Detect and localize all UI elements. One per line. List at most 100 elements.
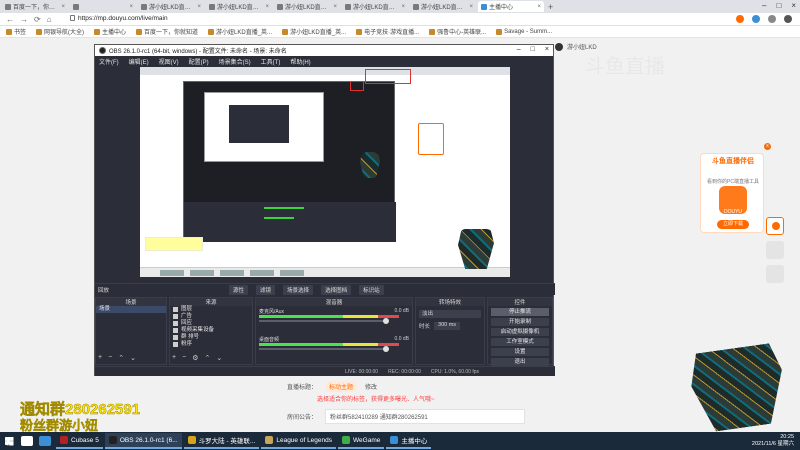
- menu-profile[interactable]: 配置(P): [189, 57, 209, 66]
- menu-view[interactable]: 视图(V): [159, 57, 179, 66]
- bookmark-item[interactable]: 游小妞LKD直播_英...: [208, 27, 272, 36]
- source-item[interactable]: 群 排号: [170, 334, 252, 341]
- stop-streaming-button[interactable]: 停止推流: [491, 308, 549, 316]
- close-window-icon[interactable]: ×: [791, 1, 796, 10]
- new-tab-button[interactable]: +: [548, 2, 553, 12]
- remove-icon[interactable]: −: [182, 354, 186, 362]
- menu-help[interactable]: 帮助(H): [290, 57, 310, 66]
- settings-button[interactable]: 设置: [491, 348, 549, 356]
- remove-icon[interactable]: −: [108, 354, 112, 362]
- properties-button[interactable]: 源性: [229, 284, 249, 295]
- browser-tab[interactable]: 百度一下，你就知道×: [2, 1, 68, 12]
- volume-slider-handle[interactable]: [383, 346, 389, 352]
- edge-icon[interactable]: [39, 436, 51, 446]
- home-icon[interactable]: ⌂: [47, 15, 52, 24]
- bookmark-item[interactable]: Savage - Summ...: [496, 28, 552, 35]
- download-button[interactable]: 立即下载: [717, 220, 749, 229]
- move-up-icon[interactable]: ⌃: [118, 354, 124, 362]
- taskbar-item-lol[interactable]: League of Legends: [261, 433, 337, 449]
- browser-tab-active[interactable]: 主播中心 ×: [478, 1, 544, 12]
- edit-link[interactable]: 修改: [365, 382, 377, 391]
- obs-window[interactable]: OBS 26.1.0-rc1 (64-bit, windows) - 配置文件:…: [94, 44, 555, 376]
- scene-select-button[interactable]: 场景选择: [283, 284, 314, 295]
- browser-tab[interactable]: 游小妞LKD直播_英雄联盟直播_斗鱼直×: [274, 1, 340, 12]
- menu-scene-collection[interactable]: 场景集合(S): [219, 57, 251, 66]
- volume-slider[interactable]: [259, 320, 389, 322]
- maximize-icon[interactable]: □: [776, 1, 781, 10]
- close-icon[interactable]: ×: [61, 4, 65, 10]
- source-item[interactable]: 广告: [170, 313, 252, 320]
- extension-icon[interactable]: [752, 15, 760, 23]
- taskbar-item-cubase[interactable]: Cubase 5: [56, 433, 103, 449]
- close-icon[interactable]: ×: [197, 4, 201, 10]
- marker-button[interactable]: 标识站: [359, 284, 384, 295]
- room-notice-field[interactable]: 粉丝群582410289 通知群280262591: [325, 408, 526, 424]
- browser-tab[interactable]: 游小妞LKD直播_英雄联盟直播_斗鱼直×: [410, 1, 476, 12]
- bookmark-item[interactable]: 游小妞LKD直播_英...: [282, 27, 346, 36]
- system-clock[interactable]: 20:25 2021/11/6 星期六: [752, 434, 794, 448]
- exit-button[interactable]: 退出: [491, 358, 549, 366]
- source-selection-box[interactable]: [350, 81, 364, 91]
- volume-slider-handle[interactable]: [383, 318, 389, 324]
- stream-title-value[interactable]: 标动主题: [325, 380, 358, 392]
- menu-tools[interactable]: 工具(T): [261, 57, 281, 66]
- source-item[interactable]: 图层: [170, 306, 252, 313]
- scene-item[interactable]: 场景: [96, 306, 166, 313]
- virtual-camera-button[interactable]: 启动虚拟摄像机: [491, 328, 549, 336]
- minimize-icon[interactable]: –: [517, 46, 521, 53]
- start-button[interactable]: [0, 432, 18, 450]
- taskbar-item-wegame[interactable]: WeGame: [338, 433, 385, 449]
- volume-slider[interactable]: [259, 348, 389, 350]
- bookmark-item[interactable]: 书签: [6, 27, 26, 36]
- close-icon[interactable]: ×: [265, 4, 269, 10]
- back-icon[interactable]: ←: [6, 15, 14, 24]
- add-icon[interactable]: +: [98, 354, 102, 362]
- taskbar-item-douyu[interactable]: 斗罗大陆 - 英雄联...: [183, 433, 260, 449]
- start-recording-button[interactable]: 开始录制: [491, 318, 549, 326]
- move-down-icon[interactable]: ⌄: [216, 354, 222, 362]
- minimize-icon[interactable]: –: [762, 1, 766, 10]
- close-window-icon[interactable]: ×: [545, 46, 549, 53]
- bookmark-item[interactable]: 主播中心: [94, 27, 126, 36]
- search-icon[interactable]: [21, 436, 33, 446]
- source-item[interactable]: 视频采集设备: [170, 327, 252, 334]
- play-icon[interactable]: [766, 217, 784, 235]
- taskbar-item-obs[interactable]: OBS 26.1.0-rc1 (6...: [104, 433, 182, 449]
- taskbar-item-streamer-center[interactable]: 主播中心: [386, 433, 432, 449]
- share-icon[interactable]: [766, 265, 784, 283]
- browser-tab[interactable]: ×: [70, 1, 136, 12]
- douyu-promo-card[interactable]: 斗鱼直播伴侣 看到你的PC端直播工具 DOUYU 立即下载: [700, 153, 764, 233]
- bookmark-item[interactable]: 网银导航(大全): [36, 27, 84, 36]
- browser-tab[interactable]: 游小妞LKD直播_英雄联盟直播_斗鱼直×: [138, 1, 204, 12]
- bookmark-item[interactable]: 强鲁中心-英雄联...: [429, 27, 486, 36]
- browser-tab[interactable]: 游小妞LKD直播_英雄联盟直播_斗鱼直×: [342, 1, 408, 12]
- close-icon[interactable]: x: [764, 143, 771, 150]
- obs-preview-canvas[interactable]: [140, 67, 510, 277]
- studio-mode-button[interactable]: 工作室模式: [491, 338, 549, 346]
- close-icon[interactable]: ×: [537, 4, 541, 10]
- image-select-button[interactable]: 选择图档: [321, 284, 352, 295]
- transition-duration-field[interactable]: 300 ms: [434, 322, 461, 330]
- extension-icon[interactable]: [768, 15, 776, 23]
- bookmark-item[interactable]: 百度一下，你就知道: [136, 27, 198, 36]
- close-icon[interactable]: ×: [129, 4, 133, 10]
- menu-edit[interactable]: 编辑(E): [129, 57, 149, 66]
- browser-tab[interactable]: 游小妞LKD直播_英雄联盟直播_斗鱼直×: [206, 1, 272, 12]
- source-selection-box[interactable]: [365, 69, 411, 84]
- transition-type-select[interactable]: 淡出: [419, 310, 481, 318]
- close-icon[interactable]: ×: [333, 4, 337, 10]
- source-item[interactable]: 粉序: [170, 341, 252, 348]
- menu-file[interactable]: 文件(F): [99, 57, 119, 66]
- url-field[interactable]: https://mp.douyu.com/live/main: [70, 15, 168, 22]
- maximize-icon[interactable]: □: [531, 46, 535, 53]
- extension-icon[interactable]: [736, 15, 744, 23]
- close-icon[interactable]: ×: [401, 4, 405, 10]
- move-up-icon[interactable]: ⌃: [204, 354, 210, 362]
- home-icon[interactable]: [766, 241, 784, 259]
- reload-icon[interactable]: ⟳: [34, 15, 41, 24]
- add-icon[interactable]: +: [172, 354, 176, 362]
- gear-icon[interactable]: ⚙: [192, 354, 198, 362]
- menu-icon[interactable]: [784, 15, 792, 23]
- filters-button[interactable]: 滤镜: [256, 284, 276, 295]
- obs-titlebar[interactable]: OBS 26.1.0-rc1 (64-bit, windows) - 配置文件:…: [95, 45, 553, 56]
